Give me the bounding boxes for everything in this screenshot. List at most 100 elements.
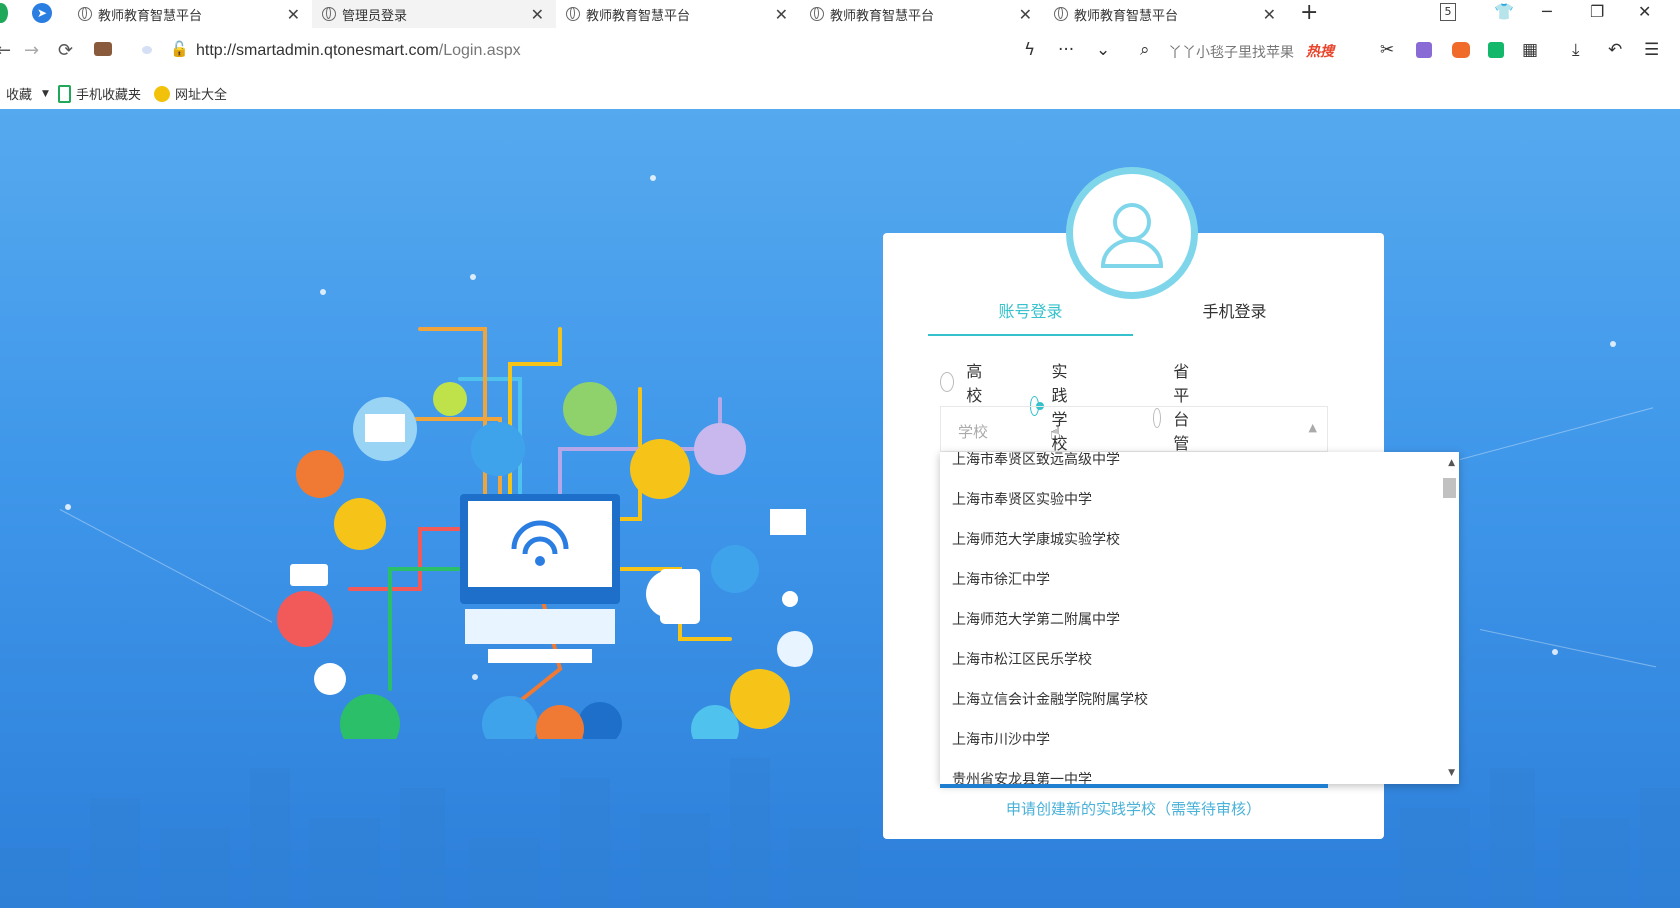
dropdown-scrollbar[interactable]: ▲ ▼ bbox=[1442, 452, 1459, 784]
city-building bbox=[400, 788, 445, 908]
school-option[interactable]: 贵州省安龙县第一中学 bbox=[940, 760, 1459, 784]
school-option[interactable]: 上海市松江区民乐学校 bbox=[940, 640, 1459, 680]
login-tabs: 账号登录 手机登录 bbox=[928, 298, 1336, 338]
decor-dot bbox=[650, 175, 656, 181]
skin-icon[interactable]: 👕 bbox=[1494, 2, 1514, 21]
scissors-icon[interactable]: ✂ bbox=[1380, 40, 1394, 60]
reader-icon[interactable] bbox=[1488, 42, 1504, 58]
tab-4[interactable]: 教师教育智慧平台 ✕ bbox=[800, 0, 1044, 28]
school-placeholder: 学校 bbox=[958, 423, 989, 441]
globe-icon bbox=[1054, 7, 1068, 21]
chevron-up-icon: ▲ bbox=[1308, 421, 1317, 434]
school-option[interactable]: 上海市徐汇中学 bbox=[940, 560, 1459, 600]
favorites-button[interactable]: 收藏 ▼ bbox=[6, 84, 49, 103]
apps-grid-icon[interactable]: ▦ bbox=[1522, 40, 1538, 60]
more-icon[interactable]: ··· bbox=[1058, 40, 1074, 60]
menu-icon[interactable]: ☰ bbox=[1644, 40, 1659, 60]
reload-icon[interactable]: ⟳ bbox=[58, 40, 73, 61]
city-building bbox=[90, 798, 140, 908]
site-directory-icon bbox=[154, 85, 170, 102]
decor-line bbox=[1479, 629, 1657, 668]
tab-phone-login[interactable]: 手机登录 bbox=[1133, 298, 1336, 334]
favorites-label: 收藏 bbox=[6, 88, 33, 103]
globe-icon bbox=[810, 7, 824, 21]
scroll-down-icon[interactable]: ▼ bbox=[1448, 768, 1455, 778]
briefcase-icon[interactable] bbox=[94, 42, 112, 56]
school-option[interactable]: 上海市奉贤区致远高级中学 bbox=[940, 452, 1459, 480]
school-option[interactable]: 上海市奉贤区实验中学 bbox=[940, 480, 1459, 520]
avatar bbox=[1066, 167, 1198, 299]
game-icon[interactable] bbox=[1452, 42, 1470, 58]
decor-dot bbox=[1552, 649, 1558, 655]
city-building bbox=[0, 848, 70, 908]
chevron-down-icon[interactable]: ⌄ bbox=[1096, 40, 1110, 60]
city-building bbox=[470, 838, 540, 908]
page-info-icon[interactable] bbox=[142, 46, 152, 54]
school-option[interactable]: 上海师范大学第二附属中学 bbox=[940, 600, 1459, 640]
tab-2[interactable]: 管理员登录 ✕ bbox=[312, 0, 556, 28]
search-hint[interactable]: 丫丫小毯子里找苹果 bbox=[1168, 42, 1294, 62]
school-select[interactable]: 学校 ▲ bbox=[940, 406, 1328, 452]
city-building bbox=[1640, 788, 1680, 908]
bookmarks-bar: 收藏 ▼ 手机收藏夹 网址大全 bbox=[0, 76, 1680, 109]
tab-1[interactable]: 教师教育智慧平台 ✕ bbox=[68, 0, 312, 28]
tab-5[interactable]: 教师教育智慧平台 ✕ bbox=[1044, 0, 1288, 28]
city-building bbox=[250, 768, 290, 908]
search-icon[interactable]: ⌕ bbox=[1140, 40, 1150, 60]
school-option[interactable]: 上海市川沙中学 bbox=[940, 720, 1459, 760]
close-icon[interactable]: ✕ bbox=[1263, 5, 1276, 24]
browser-tab-bar: ➤ 教师教育智慧平台 ✕ 管理员登录 ✕ 教师教育智慧平台 ✕ 教师教育智慧平台… bbox=[0, 0, 1680, 28]
back-icon[interactable]: ← bbox=[0, 40, 11, 61]
tab-label: 教师教育智慧平台 bbox=[1074, 8, 1179, 24]
city-building bbox=[1490, 768, 1535, 908]
address-bar: ← → ⟳ 🔓 http://smartadmin.qtonesmart.com… bbox=[0, 28, 1680, 77]
close-icon[interactable]: ✕ bbox=[1019, 5, 1032, 24]
scrollbar-thumb[interactable] bbox=[1443, 478, 1456, 498]
decor-dot bbox=[65, 504, 71, 510]
tab-3[interactable]: 教师教育智慧平台 ✕ bbox=[556, 0, 800, 28]
restore-icon[interactable]: ❐ bbox=[1590, 2, 1604, 21]
tab-count-badge[interactable]: 5 bbox=[1440, 3, 1456, 21]
close-icon[interactable]: ✕ bbox=[531, 5, 544, 24]
url-path: /Login.aspx bbox=[438, 42, 521, 59]
new-tab-button[interactable]: + bbox=[1300, 0, 1318, 25]
radio-label: 高校 bbox=[966, 362, 983, 405]
scroll-up-icon[interactable]: ▲ bbox=[1448, 458, 1455, 468]
city-building bbox=[310, 818, 380, 908]
tab-label: 教师教育智慧平台 bbox=[830, 8, 935, 24]
minimize-icon[interactable]: ─ bbox=[1542, 2, 1552, 21]
tab-label: 管理员登录 bbox=[342, 8, 408, 24]
city-building bbox=[790, 828, 860, 908]
apply-new-school-link[interactable]: 申请创建新的实践学校（需等待审核） bbox=[883, 798, 1384, 819]
city-building bbox=[560, 778, 610, 908]
translate-icon[interactable] bbox=[1416, 42, 1432, 58]
undo-icon[interactable]: ↶ bbox=[1608, 40, 1622, 60]
school-option[interactable]: 上海立信会计金融学院附属学校 bbox=[940, 680, 1459, 720]
close-window-icon[interactable]: ✕ bbox=[1638, 2, 1651, 21]
radio-circle[interactable] bbox=[940, 372, 955, 392]
pointer-cursor-icon: ☝ bbox=[1050, 423, 1061, 444]
caret-down-icon: ▼ bbox=[42, 88, 49, 99]
browser-logo-icon bbox=[0, 3, 8, 23]
tab-account-login[interactable]: 账号登录 bbox=[928, 298, 1133, 336]
insecure-lock-icon[interactable]: 🔓 bbox=[170, 40, 189, 58]
close-icon[interactable]: ✕ bbox=[775, 5, 788, 24]
hot-search-label[interactable]: 热搜 bbox=[1306, 41, 1334, 61]
school-option[interactable]: 上海师范大学康城实验学校 bbox=[940, 520, 1459, 560]
sidebar-toggle-icon[interactable]: ➤ bbox=[32, 3, 52, 23]
forward-icon[interactable]: → bbox=[24, 40, 39, 61]
phone-icon bbox=[58, 84, 71, 103]
radio-university[interactable]: 高校 bbox=[940, 358, 988, 406]
network-illustration bbox=[277, 327, 813, 739]
city-building bbox=[730, 758, 770, 908]
school-dropdown[interactable]: 上海市奉贤区致远高级中学 上海市奉贤区实验中学 上海师范大学康城实验学校 上海市… bbox=[940, 452, 1459, 784]
globe-icon bbox=[78, 7, 92, 21]
lightning-icon[interactable]: ϟ bbox=[1024, 40, 1035, 60]
close-icon[interactable]: ✕ bbox=[287, 5, 300, 24]
mobile-bookmarks-label: 手机收藏夹 bbox=[76, 88, 142, 103]
decor-line bbox=[59, 509, 273, 623]
download-icon[interactable]: ⤓ bbox=[1572, 40, 1580, 60]
mobile-bookmarks[interactable]: 手机收藏夹 bbox=[58, 84, 141, 103]
site-directory[interactable]: 网址大全 bbox=[154, 84, 227, 103]
url-text[interactable]: http://smartadmin.qtonesmart.com/Login.a… bbox=[196, 42, 521, 60]
